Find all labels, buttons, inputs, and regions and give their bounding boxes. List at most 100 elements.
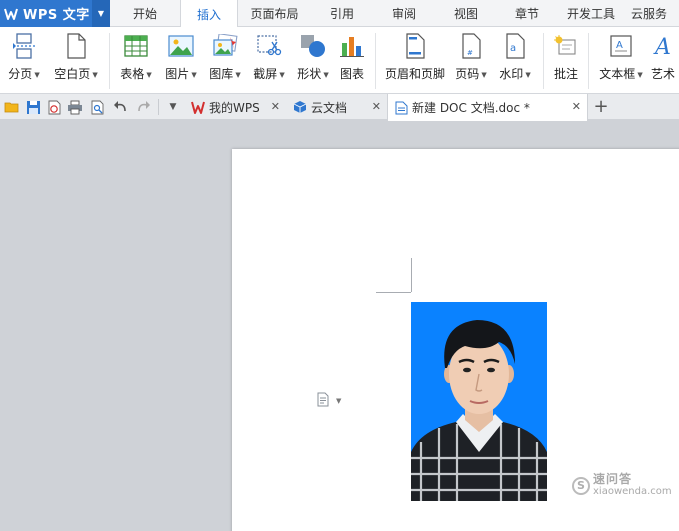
tab-page-layout[interactable]: 页面布局: [238, 0, 311, 27]
shape-button[interactable]: 形状 ▼: [294, 27, 332, 94]
doc-tab-label: 新建 DOC 文档.doc *: [412, 101, 530, 115]
chevron-down-icon[interactable]: ▼: [336, 397, 341, 405]
doc-tab-label: 我的WPS: [209, 100, 260, 115]
gallery-label: 图库: [209, 67, 234, 81]
watermark-logo-icon: S: [572, 476, 590, 495]
shape-label: 形状: [297, 67, 322, 81]
blank-page-label: 空白页: [54, 67, 91, 81]
gallery-icon: [212, 33, 238, 59]
chevron-down-icon[interactable]: ▼: [525, 71, 530, 79]
document-workspace[interactable]: [0, 121, 679, 531]
page-break-label: 分页: [8, 67, 33, 81]
new-tab-plus-icon[interactable]: +: [592, 96, 610, 117]
margin-corner-mark: [411, 258, 412, 292]
watermark-title: 速问答: [593, 472, 633, 486]
close-icon[interactable]: ✕: [572, 100, 581, 114]
comment-label: 批注: [553, 67, 578, 81]
table-label: 表格: [120, 67, 145, 81]
screenshot-button[interactable]: 截屏 ▼: [250, 27, 288, 94]
app-menu-button[interactable]: WPS 文字 ▼: [0, 0, 110, 27]
watermark-label: 水印: [499, 67, 524, 81]
textbox-button[interactable]: A 文本框 ▼: [595, 27, 647, 94]
tab-insert[interactable]: 插入: [180, 0, 238, 28]
chevron-down-icon[interactable]: ▼: [279, 71, 284, 79]
save-icon[interactable]: [25, 99, 41, 115]
svg-text:A: A: [616, 40, 623, 51]
screenshot-label: 截屏: [253, 67, 278, 81]
svg-text:a: a: [510, 43, 516, 54]
chevron-down-icon[interactable]: ▼: [481, 71, 486, 79]
chevron-down-icon[interactable]: ▼: [235, 71, 240, 79]
doc-tab-new-doc[interactable]: 新建 DOC 文档.doc * ✕: [387, 94, 588, 121]
chevron-down-icon[interactable]: ▼: [637, 71, 642, 79]
id-photo-image[interactable]: [411, 302, 547, 501]
tab-review[interactable]: 审阅: [373, 0, 435, 27]
site-watermark: S 速问答 xiaowenda.com: [572, 472, 672, 497]
watermark-button[interactable]: a 水印 ▼: [496, 27, 534, 94]
chevron-down-icon[interactable]: ▼: [146, 71, 151, 79]
undo-icon[interactable]: [112, 99, 128, 115]
toolbar-divider: [158, 99, 159, 115]
watermark-url: xiaowenda.com: [593, 486, 672, 497]
header-footer-label: 页眉和页脚: [384, 67, 445, 81]
chevron-down-icon[interactable]: ▼: [323, 71, 328, 79]
svg-text:A: A: [653, 35, 671, 58]
blank-page-icon: [63, 33, 89, 59]
tab-references[interactable]: 引用: [311, 0, 373, 27]
wordart-icon: A: [651, 33, 677, 59]
wps-logo-icon: [191, 100, 205, 114]
chevron-down-icon[interactable]: ▼: [34, 71, 39, 79]
customize-dropdown-icon[interactable]: ▼: [165, 99, 181, 115]
doc-tab-my-wps[interactable]: 我的WPS ✕: [185, 94, 286, 120]
menu-tabs: 开始 插入 页面布局 引用 审阅 视图 章节 开发工具 云服务: [110, 0, 679, 28]
ribbon-divider: [375, 33, 376, 89]
page-number-label: 页码: [455, 67, 480, 81]
chevron-down-icon[interactable]: ▼: [92, 71, 97, 79]
header-footer-button[interactable]: 页眉和页脚: [382, 27, 448, 94]
tab-cloud-service[interactable]: 云服务: [625, 0, 679, 27]
shapes-icon: [300, 33, 326, 59]
redo-icon[interactable]: [135, 99, 151, 115]
watermark-icon: a: [502, 33, 528, 59]
margin-corner-mark: [376, 292, 411, 293]
doc-tab-label: 云文档: [311, 100, 348, 115]
close-icon[interactable]: ✕: [271, 100, 280, 114]
paste-options-button[interactable]: ▼: [316, 392, 346, 409]
app-dropdown-icon[interactable]: ▼: [92, 0, 110, 27]
comment-icon: [553, 33, 579, 59]
picture-icon: [168, 33, 194, 59]
wordart-button[interactable]: A 艺术: [651, 27, 679, 94]
print-preview-icon[interactable]: [89, 99, 105, 115]
table-icon: [123, 33, 149, 59]
page-break-icon: [11, 33, 37, 59]
tab-home[interactable]: 开始: [110, 0, 180, 27]
chart-button[interactable]: 图表: [336, 27, 368, 94]
comment-button[interactable]: 批注: [549, 27, 583, 94]
chevron-down-icon[interactable]: ▼: [191, 71, 196, 79]
bar-chart-icon: [339, 33, 365, 59]
export-pdf-icon[interactable]: [46, 99, 62, 115]
textbox-icon: A: [608, 33, 634, 59]
gallery-button[interactable]: 图库 ▼: [206, 27, 244, 94]
chart-label: 图表: [339, 67, 364, 81]
close-icon[interactable]: ✕: [372, 100, 381, 114]
tab-developer[interactable]: 开发工具: [557, 0, 625, 27]
print-icon[interactable]: [67, 99, 83, 115]
cloud-cube-icon: [293, 100, 307, 114]
table-button[interactable]: 表格 ▼: [117, 27, 155, 94]
blank-page-button[interactable]: 空白页 ▼: [50, 27, 102, 94]
textbox-label: 文本框: [599, 67, 636, 81]
doc-file-icon: [394, 101, 408, 115]
page-break-button[interactable]: 分页 ▼: [4, 27, 44, 94]
insert-ribbon: 分页 ▼ 空白页 ▼ 表格 ▼ 图片 ▼ 图库 ▼ 截屏 ▼ 形状 ▼ 图表 页…: [0, 27, 679, 94]
page-number-icon: #: [458, 33, 484, 59]
wps-logo-icon: [4, 7, 18, 21]
tab-chapter[interactable]: 章节: [497, 0, 557, 27]
picture-button[interactable]: 图片 ▼: [162, 27, 200, 94]
page-number-button[interactable]: # 页码 ▼: [452, 27, 490, 94]
open-folder-icon[interactable]: [4, 99, 20, 115]
title-menu-bar: WPS 文字 ▼ 开始 插入 页面布局 引用 审阅 视图 章节 开发工具 云服务: [0, 0, 679, 28]
doc-tab-cloud-docs[interactable]: 云文档 ✕: [287, 94, 387, 120]
tab-view[interactable]: 视图: [435, 0, 497, 27]
ribbon-divider: [543, 33, 544, 89]
